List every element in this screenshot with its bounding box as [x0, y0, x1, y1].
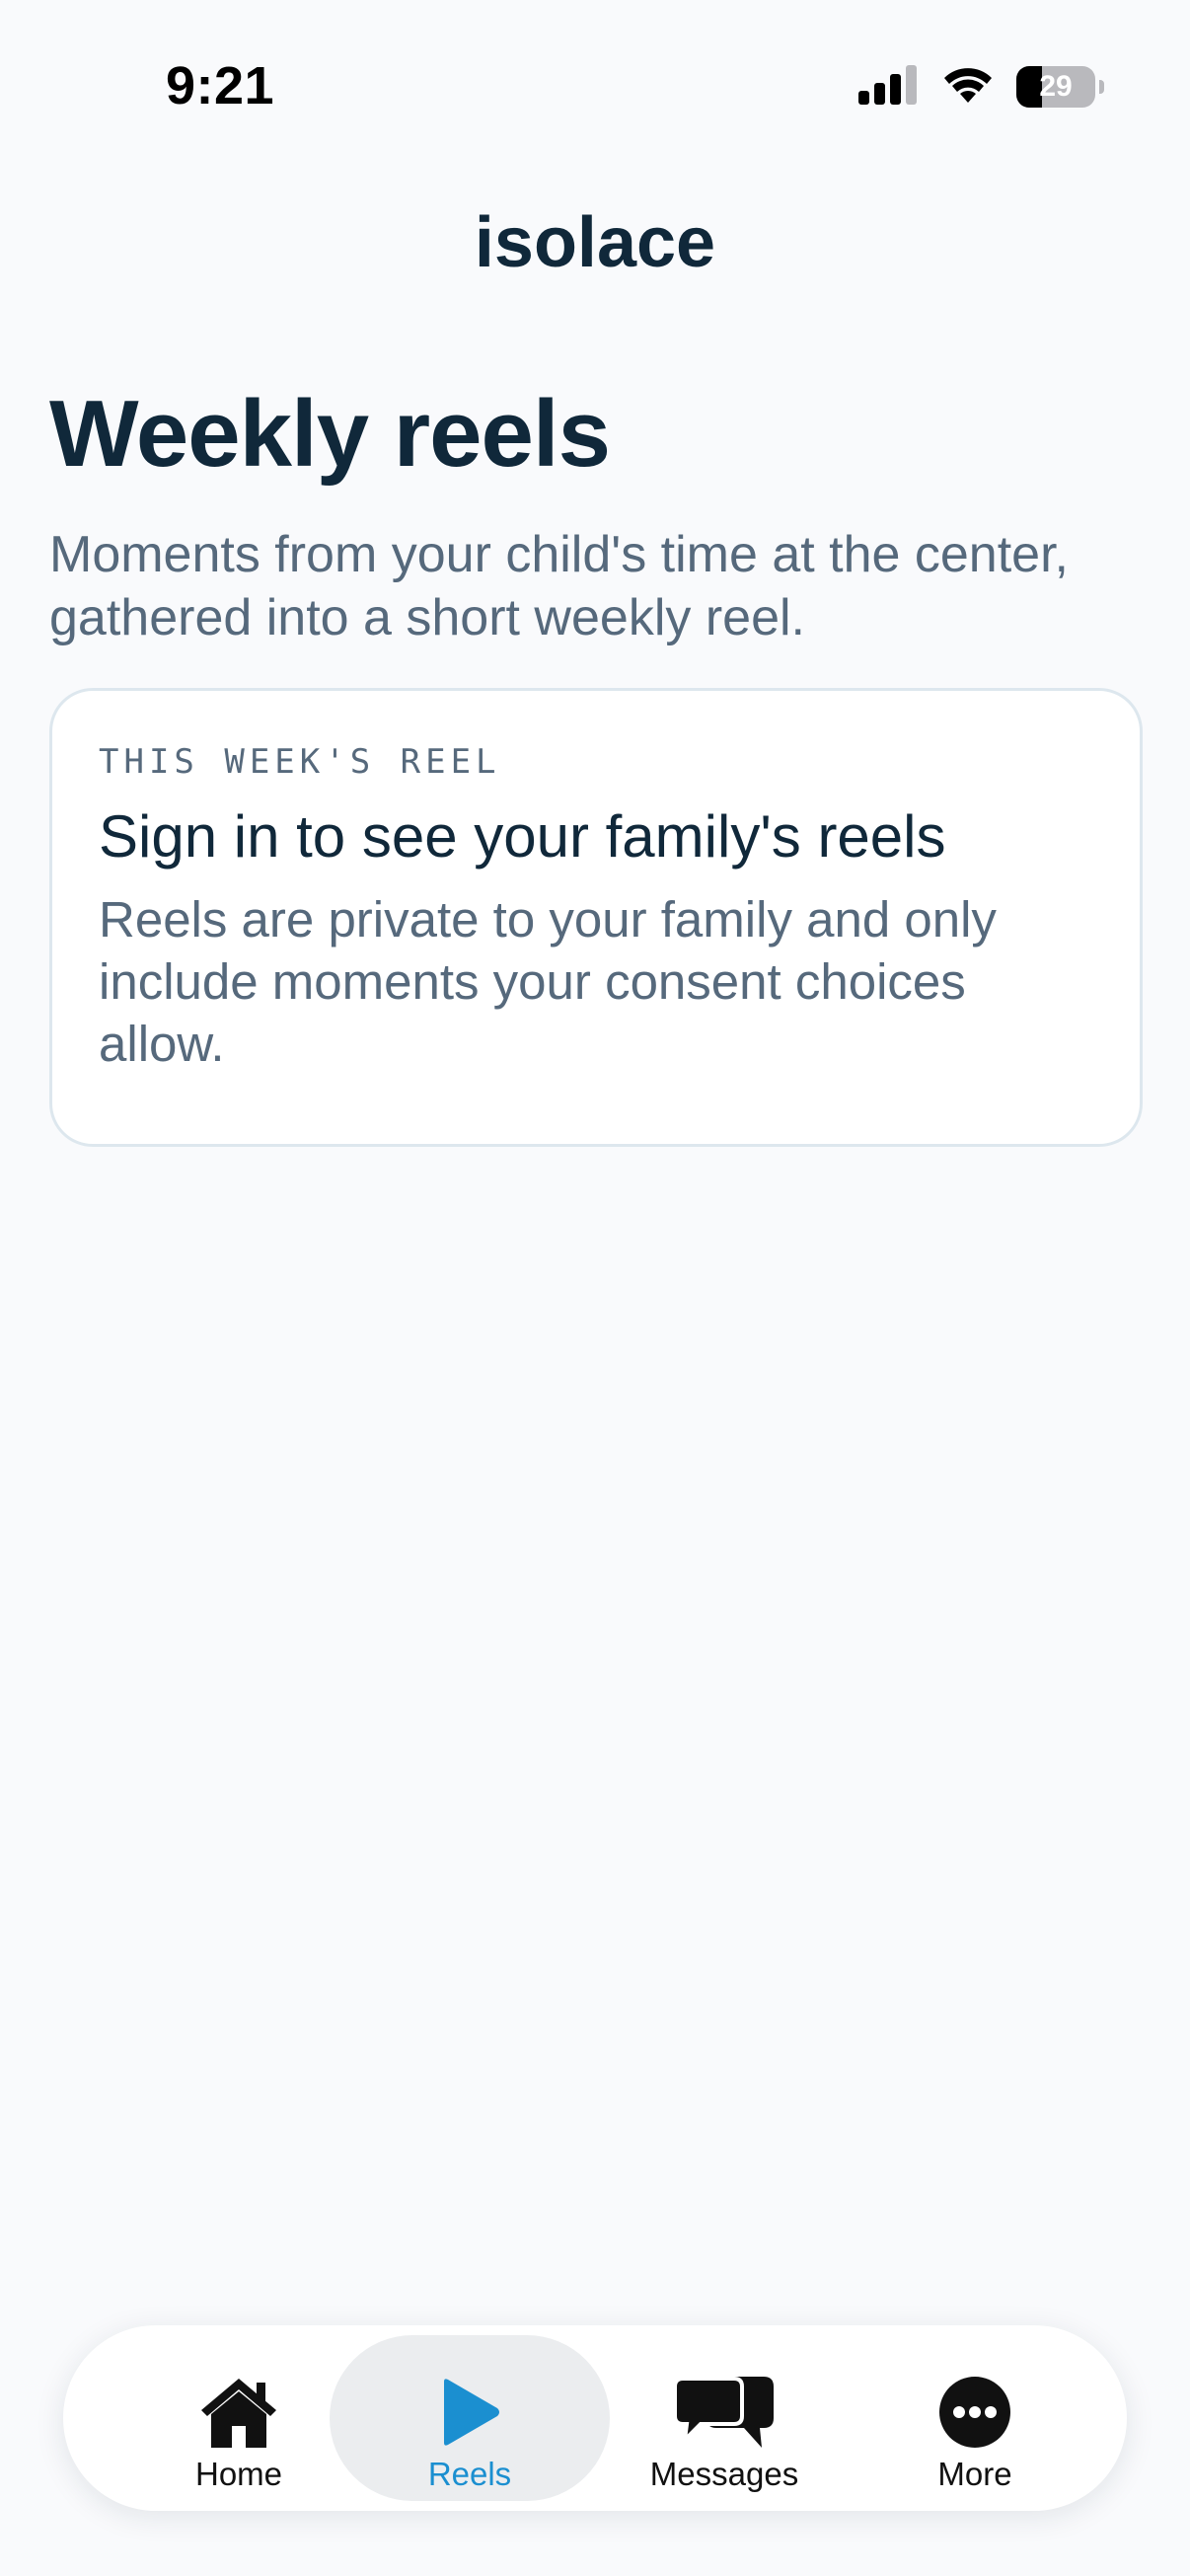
chat-bubbles-icon	[673, 2373, 776, 2452]
house-icon	[197, 2373, 280, 2452]
battery-icon: 29	[1016, 66, 1104, 108]
screen: 9:21 29 isolace Weekly reels Moments fro…	[0, 0, 1190, 2576]
tab-home-label: Home	[194, 2456, 283, 2492]
wifi-icon	[941, 65, 995, 110]
play-icon	[438, 2373, 501, 2452]
card-eyebrow: THIS WEEK'S REEL	[99, 742, 501, 782]
tab-messages-label: Messages	[649, 2456, 799, 2492]
battery-tip	[1099, 80, 1104, 94]
page-subtitle: Moments from your child's time at the ce…	[49, 526, 1069, 646]
battery-fill	[1016, 66, 1042, 108]
card-title: Sign in to see your family's reels	[99, 803, 946, 870]
status-time: 9:21	[166, 56, 275, 115]
tab-more[interactable]: More	[835, 2335, 1115, 2501]
tab-messages[interactable]: Messages	[584, 2335, 864, 2501]
status-bar: 9:21 29	[0, 0, 1190, 128]
tab-reels[interactable]: Reels	[330, 2335, 610, 2501]
more-dots-icon	[938, 2373, 1011, 2452]
app-title: isolace	[474, 203, 716, 282]
tab-bar: Home Reels Messages More	[63, 2325, 1127, 2511]
status-icons: 29	[858, 63, 1104, 111]
card-body: Reels are private to your family and onl…	[99, 891, 997, 1072]
tab-reels-label: Reels	[427, 2456, 512, 2492]
tab-more-label: More	[937, 2456, 1012, 2492]
battery-level: 29	[1039, 70, 1073, 103]
cellular-signal-icon	[858, 64, 920, 110]
weekly-reel-card[interactable]: THIS WEEK'S REEL Sign in to see your fam…	[49, 688, 1143, 1147]
page-title: Weekly reels	[49, 381, 611, 487]
